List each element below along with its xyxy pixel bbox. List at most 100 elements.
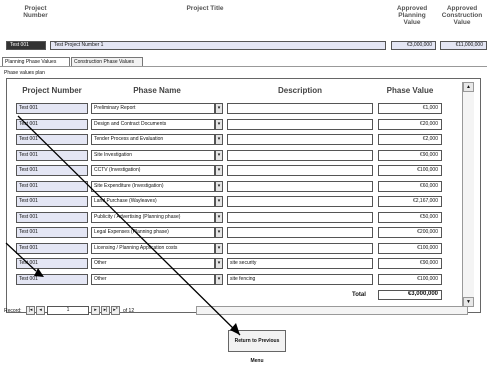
last-record-icon[interactable]: ▸| [101,306,110,315]
first-record-icon[interactable]: |◂ [26,306,35,315]
row-phase-name[interactable]: Preliminary Report [91,103,215,114]
table-row: Test 001 Site Expenditure (Investigation)… [16,180,456,193]
row-project-number[interactable]: Test 001 [16,149,88,161]
row-phase-name[interactable]: Legal Expenses (Planning phase) [91,227,215,238]
row-phase-value[interactable]: €200,000 [378,227,442,238]
row-project-number[interactable]: Test 001 [16,227,88,238]
chevron-down-icon[interactable]: ▾ [215,180,223,192]
new-record-icon[interactable]: ▸* [111,306,120,315]
table-row: Test 001 Other ▾ site security €90,000 [16,258,456,270]
chevron-down-icon[interactable]: ▾ [215,118,223,130]
tab-strip-line [0,66,487,67]
table-row: Test 001 Licensing / Planning Application… [16,242,456,255]
row-phase-value[interactable]: €100,000 [378,165,442,176]
table-row: Test 001 Publicity / Advertising (Plannin… [16,211,456,224]
row-phase-name[interactable]: CCTV (Investigation) [91,165,215,176]
chevron-down-icon[interactable]: ▾ [215,149,223,161]
chevron-down-icon[interactable]: ▾ [215,211,223,223]
record-nav-label: Record: [4,308,22,314]
row-phase-value[interactable]: €90,000 [378,149,442,161]
total-value: €3,000,000 [378,290,442,300]
record-count: of 12 [123,308,135,314]
tab-construction-phase[interactable]: Construction Phase Values [71,57,143,66]
col-header-description: Description [277,86,322,95]
table-row: Test 001 Tender Process and Evaluation ▾ €2… [16,134,456,146]
table-row: Test 001 Other ▾ site fencing €100,000 [16,273,456,286]
table-row: Test 001 Legal Expenses (Planning phase) ▾… [16,227,456,239]
row-project-number[interactable]: Test 001 [16,258,88,269]
row-project-number[interactable]: Test 001 [16,165,88,176]
col-header-phase-name: Phase Name [133,86,181,95]
chevron-down-icon[interactable]: ▾ [215,258,223,269]
horizontal-scrollbar[interactable] [196,306,468,315]
subform-caption: Phase values plan [4,70,45,76]
approved-planning-label: Approved Planning Value [396,5,428,26]
row-description[interactable] [227,165,373,176]
row-phase-value[interactable]: €2,000 [378,134,442,145]
row-description[interactable] [227,103,373,114]
row-phase-value[interactable]: €50,000 [378,211,442,223]
chevron-down-icon[interactable]: ▾ [215,196,223,207]
chevron-down-icon[interactable]: ▾ [215,227,223,238]
scroll-up-icon[interactable]: ▲ [463,82,474,92]
project-number-field[interactable]: Test 001 [6,41,46,50]
chevron-down-icon[interactable]: ▾ [215,103,223,114]
chevron-down-icon[interactable]: ▾ [215,134,223,145]
row-phase-value[interactable]: €60,000 [378,180,442,192]
project-title-field[interactable]: Test Project Number 1 [50,41,386,50]
row-phase-name[interactable]: Land Purchase (Wayleaves) [91,196,215,207]
row-phase-name[interactable]: Other [91,258,215,269]
row-project-number[interactable]: Test 001 [16,103,88,114]
row-description[interactable] [227,149,373,161]
row-phase-name[interactable]: Site Investigation [91,149,215,161]
row-phase-value[interactable]: €2,167,000 [378,196,442,207]
record-number-input[interactable]: 1 [47,306,89,315]
col-header-phase-value: Phase Value [386,86,434,95]
row-project-number[interactable]: Test 001 [16,211,88,223]
row-description[interactable] [227,134,373,145]
row-description[interactable] [227,196,373,207]
chevron-down-icon[interactable]: ▾ [215,242,223,254]
chevron-down-icon[interactable]: ▾ [215,165,223,176]
row-phase-value[interactable]: €20,000 [378,118,442,130]
table-row: Test 001 Design and Contract Documents ▾ €2… [16,118,456,131]
row-project-number[interactable]: Test 001 [16,118,88,130]
row-description[interactable]: site fencing [227,273,373,285]
row-project-number[interactable]: Test 001 [16,242,88,254]
row-description[interactable]: site security [227,258,373,269]
table-row: Test 001 CCTV (Investigation) ▾ €100,000 [16,165,456,177]
row-description[interactable] [227,211,373,223]
row-phase-value[interactable]: €100,000 [378,242,442,254]
vertical-scrollbar[interactable]: ▲ ▼ [462,82,474,307]
row-project-number[interactable]: Test 001 [16,273,88,285]
next-record-icon[interactable]: ▸ [91,306,100,315]
row-phase-value[interactable]: €90,000 [378,258,442,269]
approved-construction-field[interactable]: €11,000,000 [440,41,487,50]
row-project-number[interactable]: Test 001 [16,180,88,192]
table-row: Test 001 Site Investigation ▾ €90,000 [16,149,456,162]
row-description[interactable] [227,118,373,130]
row-phase-name[interactable]: Publicity / Advertising (Planning phase) [91,211,215,223]
row-phase-name[interactable]: Licensing / Planning Application costs [91,242,215,254]
row-phase-name[interactable]: Tender Process and Evaluation [91,134,215,145]
chevron-down-icon[interactable]: ▾ [215,273,223,285]
row-description[interactable] [227,242,373,254]
approved-construction-label: Approved Construction Value [441,5,483,26]
col-header-project-number: Project Number [22,86,82,95]
table-row: Test 001 Land Purchase (Wayleaves) ▾ €2,167… [16,196,456,208]
row-phase-name[interactable]: Site Expenditure (Investigation) [91,180,215,192]
row-project-number[interactable]: Test 001 [16,134,88,145]
row-description[interactable] [227,227,373,238]
row-phase-name[interactable]: Other [91,273,215,285]
tab-planning-phase[interactable]: Planning Phase Values [2,57,70,66]
row-phase-name[interactable]: Design and Contract Documents [91,118,215,130]
prev-record-icon[interactable]: ◂ [36,306,45,315]
return-to-previous-menu-button[interactable]: Return to Previous Menu [228,330,286,364]
project-title-label: Project Title [186,5,224,12]
table-row: Test 001 Preliminary Report ▾ €1,000 [16,103,456,115]
approved-planning-field[interactable]: €3,000,000 [391,41,436,50]
row-phase-value[interactable]: €100,000 [378,273,442,285]
row-phase-value[interactable]: €1,000 [378,103,442,114]
row-project-number[interactable]: Test 001 [16,196,88,207]
row-description[interactable] [227,180,373,192]
